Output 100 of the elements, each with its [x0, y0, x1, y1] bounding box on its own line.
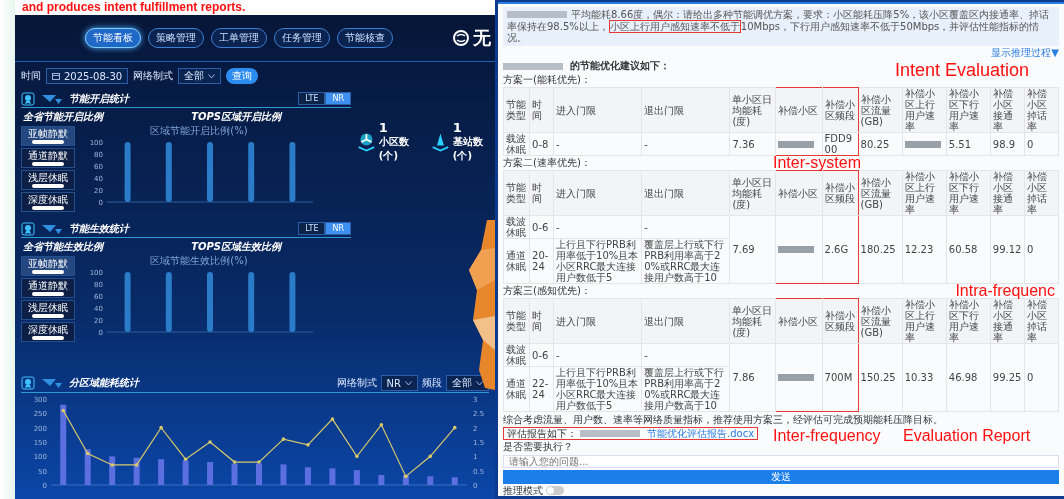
- column-header: 补偿小区下行用户速率: [946, 87, 991, 133]
- network-label: 网络制式: [336, 376, 377, 390]
- nav-tab[interactable]: 节能核查: [337, 28, 393, 48]
- bar: [248, 272, 255, 332]
- mode-card[interactable]: 浅层休眠: [21, 300, 75, 320]
- data-point: [134, 463, 139, 467]
- data-point: [85, 451, 90, 456]
- bar: [124, 142, 131, 202]
- annotation-label: Evaluation Report: [903, 427, 1031, 444]
- mode-card[interactable]: 浅层休眠: [21, 170, 75, 190]
- table-cell: 150.25: [858, 343, 903, 412]
- badge-icon: [21, 221, 35, 236]
- column-header: 补偿小区流量(GB): [858, 87, 903, 133]
- column-header: 补偿小区掉话率: [1024, 87, 1059, 133]
- column-header: 单小区日均能耗(度): [729, 298, 776, 344]
- column-header: 补偿小区掉话率: [1024, 298, 1059, 344]
- table-cell: -: [641, 343, 730, 367]
- column-header: 补偿小区上行用户速率: [902, 87, 947, 133]
- chart-title: 区域节能开启比例(%): [150, 124, 248, 138]
- bar: [165, 142, 172, 202]
- annotation-label: Inter-system: [773, 155, 861, 171]
- bar: [207, 462, 214, 485]
- column-header: 时间: [529, 298, 554, 344]
- mode-card[interactable]: 通道静默: [21, 148, 75, 168]
- mode-card[interactable]: 亚帧静默: [21, 126, 75, 146]
- data-point: [281, 437, 286, 441]
- redacted-cell: [902, 132, 947, 156]
- data-point: [208, 440, 212, 444]
- data-point: [110, 463, 114, 467]
- section-title: 节能生效统计: [69, 221, 129, 236]
- data-point: [159, 425, 163, 430]
- subsection-title: 全省节能生效比例: [23, 240, 103, 254]
- table-cell: 180.25: [858, 215, 903, 284]
- network-select[interactable]: 全部: [178, 68, 222, 84]
- table-cell: 10.33: [902, 343, 947, 412]
- mode-card[interactable]: 深度休眠: [21, 192, 75, 212]
- show-reasoning-link[interactable]: 显示推理过程▼: [991, 46, 1059, 58]
- mode-card[interactable]: 通道静默: [21, 278, 75, 298]
- column-header: 补偿小区上行用户速率: [902, 170, 947, 216]
- column-header: 进入门限: [553, 170, 642, 216]
- column-header: 补偿小区下行用户速率: [946, 298, 991, 344]
- table-cell: 通道休眠: [503, 366, 530, 412]
- data-point: [232, 460, 237, 464]
- calendar-icon: [52, 72, 60, 80]
- network-select[interactable]: NR: [380, 375, 418, 391]
- data-point: [257, 460, 261, 464]
- section-title: 节能开启统计: [69, 91, 129, 106]
- table-cell: 98.9: [990, 132, 1025, 156]
- badge-icon: [21, 376, 35, 390]
- table-cell: 覆盖层上行或下行PRB利用率高于20%或RRC最大连接用户数高于10: [641, 366, 730, 412]
- bar: [182, 460, 189, 485]
- summary-text: 综合考虑流量、用户数、速率等网络质量指标，推荐使用方案三，经评估可完成预期能耗压降目标。: [503, 414, 944, 426]
- annotation-label: Intent Evaluation: [894, 61, 1029, 79]
- nav-tab[interactable]: 工单管理: [211, 28, 267, 48]
- column-header: 补偿小区频段: [822, 298, 859, 344]
- send-button[interactable]: 发送: [503, 470, 1059, 484]
- chevron-down-icon: [476, 380, 483, 386]
- column-header: 补偿小区接通率: [990, 87, 1025, 133]
- table-cell: 覆盖层上行或下行PRB利用率高于20%或RRC最大连接用户数高于10: [641, 238, 730, 284]
- question-input[interactable]: 请输入您的问题...: [503, 455, 1059, 468]
- date-field[interactable]: 2025-08-30: [46, 68, 129, 84]
- nav-tab[interactable]: 节能看板: [85, 28, 141, 48]
- nav-tab[interactable]: 策略管理: [148, 28, 204, 48]
- bar: [109, 456, 116, 485]
- column-header: 退出门限: [641, 298, 730, 344]
- data-point: [355, 454, 359, 459]
- column-header: 单小区日均能耗(度): [729, 170, 776, 216]
- bar: [256, 463, 262, 485]
- bar: [248, 142, 255, 202]
- network-label: 网络制式: [133, 69, 174, 83]
- report-label: 评估报告如下：: [507, 427, 577, 440]
- bar: [231, 463, 238, 485]
- table-cell: 7.86: [729, 343, 776, 412]
- prompt-text: 平均能耗8.66度，偶尔：请给出多种节能调优方案，要求：小区能耗压降5%，该小区覆盖区内接通率、掉话率保持在98.5%以上，小区上行用户感知速率不低于10Mbps，下行用户感知速率不低于50Mbps，并评估性能指标的情况。: [507, 9, 1051, 44]
- answer-heading: 的节能优化建议如下：: [570, 60, 670, 72]
- bar: [289, 142, 296, 202]
- column-header: 补偿小区: [775, 170, 823, 216]
- data-point: [61, 408, 66, 413]
- table-cell: 上行且下行PRB利用率低于10%且本小区RRC最大连接用户数低于5: [553, 366, 642, 412]
- reasoning-toggle[interactable]: [546, 486, 564, 496]
- table-cell: 99.12: [990, 215, 1025, 284]
- bar: [158, 459, 165, 485]
- nav-tab[interactable]: 任务管理: [274, 28, 330, 48]
- report-link[interactable]: 节能优化评估报告.docx: [647, 427, 755, 440]
- chevron-down-icon: [208, 73, 216, 79]
- bar: [84, 449, 91, 485]
- subsection-title: TOPS区域生效比例: [191, 240, 281, 254]
- table-cell: 7.69: [729, 215, 776, 284]
- table-cell: 0: [1024, 132, 1059, 156]
- mode-card[interactable]: 深度休眠: [21, 322, 75, 342]
- column-header: 补偿小区: [775, 87, 823, 133]
- bar: [304, 467, 311, 485]
- mode-card[interactable]: 亚帧静默: [21, 256, 75, 276]
- network-toggle[interactable]: LTE: [298, 222, 326, 235]
- scheme-title: 方案三(感知优先)：: [503, 285, 591, 297]
- network-toggle[interactable]: LTE: [298, 92, 326, 105]
- column-header: 补偿小区掉话率: [1024, 170, 1059, 216]
- data-point: [428, 454, 433, 459]
- column-header: 节能类型: [503, 87, 530, 133]
- stat-value: 1: [452, 120, 463, 135]
